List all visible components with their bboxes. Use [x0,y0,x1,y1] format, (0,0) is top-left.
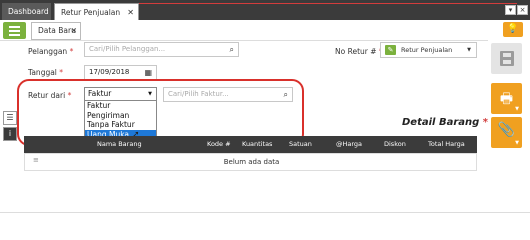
info-tab-icon[interactable]: i [3,127,17,141]
attach-button[interactable]: 📎 ▼ [491,117,522,148]
tanggal-label: Tanggal * [28,68,63,77]
option-pengiriman[interactable]: Pengiriman [85,111,156,121]
option-faktur[interactable]: Faktur [85,101,156,111]
option-tanpa-faktur[interactable]: Tanpa Faktur [85,120,156,130]
save-button[interactable] [491,43,522,74]
column-kode[interactable]: Kode # [207,136,231,153]
list-icon [9,26,20,28]
column-total-harga[interactable]: Total Harga [428,136,465,153]
search-icon[interactable]: ⌕ [230,43,234,56]
print-button[interactable]: 🖶 ▼ [491,83,522,114]
retur-dari-select[interactable]: Faktur ▼ [84,87,157,101]
tanggal-input[interactable]: 17/09/2018 ▦ [84,65,157,80]
lightbulb-icon: 💡 [507,24,519,34]
chevron-down-icon: ▼ [515,106,519,112]
tab-retur-label: Retur Penjualan [61,8,121,17]
close-icon[interactable]: ✕ [71,23,77,39]
no-retur-dropdown[interactable]: ✎ Retur Penjualan ▼ [380,42,477,58]
pelanggan-placeholder: Cari/Pilih Pelanggan... [89,45,166,53]
pencil-icon: ✎ [385,45,396,55]
detail-table-body: ≡ Belum ada data [24,153,477,171]
list-icon-bar [9,30,20,32]
no-retur-label-text: No Retur # [335,47,377,56]
chevron-down-icon: ▼ [467,47,471,53]
calendar-icon[interactable]: ▦ [144,66,152,79]
column-harga[interactable]: @Harga [336,136,362,153]
chevron-down-icon: ▼ [148,91,152,97]
search-icon[interactable]: ⌕ [284,88,288,101]
column-diskon[interactable]: Diskon [384,136,406,153]
close-icon[interactable]: ✕ [127,4,134,21]
paperclip-icon: 📎 [497,122,516,138]
required-mark: * [69,47,74,56]
list-button[interactable] [3,22,26,39]
save-icon [500,51,514,66]
chevron-down-icon: ▼ [515,140,519,146]
tab-underline [139,3,517,4]
retur-dari-label-text: Retur dari [28,91,66,100]
pelanggan-label-text: Pelanggan [28,47,68,56]
window-close-icon[interactable]: × [517,5,528,15]
tanggal-label-text: Tanggal [28,68,57,77]
retur-dari-options: Faktur Pengiriman Tanpa Faktur Uang Muka [84,100,157,141]
detail-table-header: Nama Barang Kode # Kuantitas Satuan @Har… [24,136,477,153]
tab-dashboard[interactable]: Dashboard [2,3,51,20]
divider [0,212,530,213]
faktur-placeholder: Cari/Pilih Faktur... [168,90,229,98]
column-nama-barang[interactable]: Nama Barang [97,136,142,153]
tab-strip: Dashboard Retur Penjualan ✕ ▾ × [0,0,530,20]
no-retur-label: No Retur # * [335,47,383,56]
required-mark: * [67,91,72,100]
pelanggan-input[interactable]: Cari/Pilih Pelanggan... ⌕ [84,42,239,57]
detail-barang-title: Detail Barang * [402,117,488,128]
pelanggan-label: Pelanggan * [28,47,73,56]
minimize-icon[interactable]: ▾ [505,5,516,15]
retur-dari-value: Faktur [88,89,112,98]
list-icon-bar [9,34,20,36]
tanggal-value: 17/09/2018 [89,68,130,76]
retur-dari-label: Retur dari * [28,91,71,100]
column-kuantitas[interactable]: Kuantitas [242,136,272,153]
required-mark: * [482,117,488,128]
divider [0,40,488,41]
required-mark: * [59,68,64,77]
lightbulb-button[interactable]: 💡 [503,22,523,37]
list-tab-icon[interactable]: ☰ [3,111,17,125]
detail-title-text: Detail Barang [402,117,480,128]
tab-data-baru[interactable]: Data Baru ✕ [31,22,81,40]
tab-retur-penjualan[interactable]: Retur Penjualan ✕ [54,3,139,20]
empty-state: Belum ada data [223,158,280,166]
faktur-input[interactable]: Cari/Pilih Faktur... ⌕ [163,87,293,102]
no-retur-value: Retur Penjualan [401,46,453,54]
column-satuan[interactable]: Satuan [289,136,312,153]
